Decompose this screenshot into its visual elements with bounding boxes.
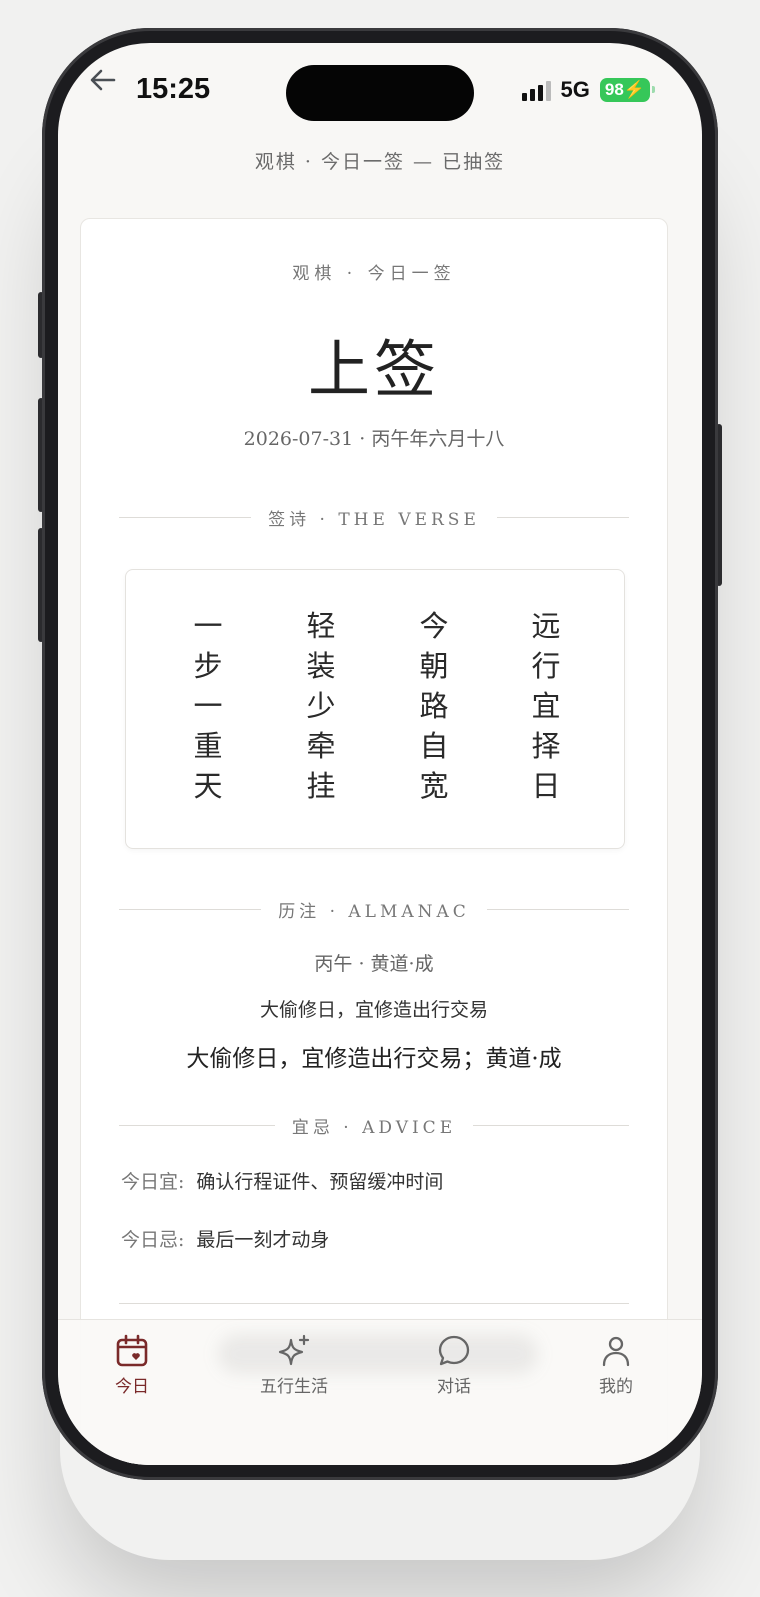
sparkles-icon bbox=[278, 1334, 310, 1366]
advice-ji-row: 今日忌: 最后一刻才动身 bbox=[121, 1225, 329, 1252]
signal-icon bbox=[521, 79, 551, 101]
verse-char: 重 bbox=[193, 729, 223, 763]
tab-today[interactable]: 今日 bbox=[72, 1334, 192, 1397]
verse-char: 少 bbox=[306, 689, 336, 723]
fortune-rank: 上签 bbox=[307, 333, 440, 406]
dynamic-island bbox=[286, 65, 474, 121]
advice-section-label: 宜忌 · ADVICE bbox=[291, 1118, 457, 1138]
page-title: 观棋 · 今日一签 — 已抽签 bbox=[254, 151, 506, 173]
almanac-divider: 历注 · ALMANAC bbox=[119, 897, 629, 922]
verse-char: 步 bbox=[193, 649, 223, 683]
verse-char: 装 bbox=[306, 649, 336, 683]
back-arrow-icon[interactable] bbox=[88, 65, 118, 95]
verse-column: 今 朝 路 自 宽 bbox=[414, 606, 454, 806]
screen: 15:25 5G 98⚡ 观棋 · 今日一签 — 已抽签 观棋 · 今日一签 上… bbox=[58, 43, 702, 1465]
advice-yi-row: 今日宜: 确认行程证件、预留缓冲时间 bbox=[121, 1167, 443, 1194]
almanac-summary: 大偷修日，宜修造出行交易；黄道·成 bbox=[186, 1046, 562, 1072]
advice-ji-key: 今日忌: bbox=[121, 1229, 185, 1251]
verse-char: 宽 bbox=[419, 769, 449, 803]
tab-chat[interactable]: 对话 bbox=[394, 1334, 514, 1397]
chat-bubble-icon bbox=[438, 1335, 470, 1366]
verse-char: 朝 bbox=[419, 649, 449, 683]
verse-char: 日 bbox=[531, 769, 561, 803]
verse-column: 轻 装 少 牵 挂 bbox=[301, 606, 341, 806]
almanac-section-label: 历注 · ALMANAC bbox=[278, 902, 470, 922]
fortune-date: 2026-07-31 · 丙午年六月十八 bbox=[243, 428, 505, 450]
verse-char: 行 bbox=[531, 649, 561, 683]
verse-column: 一 步 一 重 天 bbox=[188, 606, 228, 806]
tab-profile[interactable]: 我的 bbox=[556, 1334, 676, 1397]
advice-yi-value: 确认行程证件、预留缓冲时间 bbox=[196, 1171, 444, 1193]
user-icon bbox=[602, 1336, 630, 1367]
verse-char: 一 bbox=[193, 689, 223, 723]
verse-char: 择 bbox=[531, 729, 561, 763]
tab-label: 对话 bbox=[437, 1377, 471, 1397]
verse-char: 一 bbox=[193, 609, 223, 643]
verse-char: 天 bbox=[193, 769, 223, 803]
verse-box: 一 步 一 重 天 轻 装 少 牵 挂 今 朝 路 自 宽 远 行 宜 择 日 bbox=[125, 569, 625, 849]
verse-char: 牵 bbox=[306, 729, 336, 763]
verse-char: 宜 bbox=[531, 689, 561, 723]
battery-level: 98 bbox=[604, 80, 624, 99]
tab-wuxing[interactable]: 五行生活 bbox=[234, 1334, 354, 1397]
verse-char: 今 bbox=[419, 609, 449, 643]
advice-ji-value: 最后一刻才动身 bbox=[196, 1229, 330, 1251]
verse-char: 路 bbox=[419, 689, 449, 723]
card-subtitle: 观棋 · 今日一签 bbox=[292, 264, 456, 284]
verse-divider: 签诗 · THE VERSE bbox=[119, 505, 629, 530]
tab-label: 我的 bbox=[599, 1377, 633, 1397]
status-indicators: 5G 98⚡ bbox=[521, 77, 656, 103]
status-time: 15:25 bbox=[136, 73, 211, 105]
verse-column: 远 行 宜 择 日 bbox=[526, 606, 566, 806]
tab-label: 今日 bbox=[115, 1377, 149, 1397]
advice-divider: 宜忌 · ADVICE bbox=[119, 1113, 629, 1138]
fortune-card: 观棋 · 今日一签 上签 2026-07-31 · 丙午年六月十八 签诗 · T… bbox=[80, 218, 668, 1465]
tab-bar: 今日 五行生活 对话 我的 bbox=[58, 1319, 702, 1465]
verse-char: 远 bbox=[531, 609, 561, 643]
card-divider bbox=[119, 1303, 629, 1304]
verse-section-label: 签诗 · THE VERSE bbox=[268, 510, 480, 530]
network-label: 5G bbox=[560, 77, 590, 102]
verse-char: 轻 bbox=[306, 609, 336, 643]
advice-yi-key: 今日宜: bbox=[121, 1171, 185, 1193]
battery-icon: 98⚡ bbox=[599, 78, 656, 102]
almanac-note: 大偷修日，宜修造出行交易 bbox=[259, 999, 488, 1021]
verse-char: 自 bbox=[419, 729, 449, 763]
calendar-heart-icon bbox=[116, 1334, 148, 1367]
verse-char: 挂 bbox=[306, 769, 336, 803]
tab-label: 五行生活 bbox=[260, 1377, 328, 1397]
almanac-ganzhi: 丙午 · 黄道·成 bbox=[314, 953, 434, 975]
